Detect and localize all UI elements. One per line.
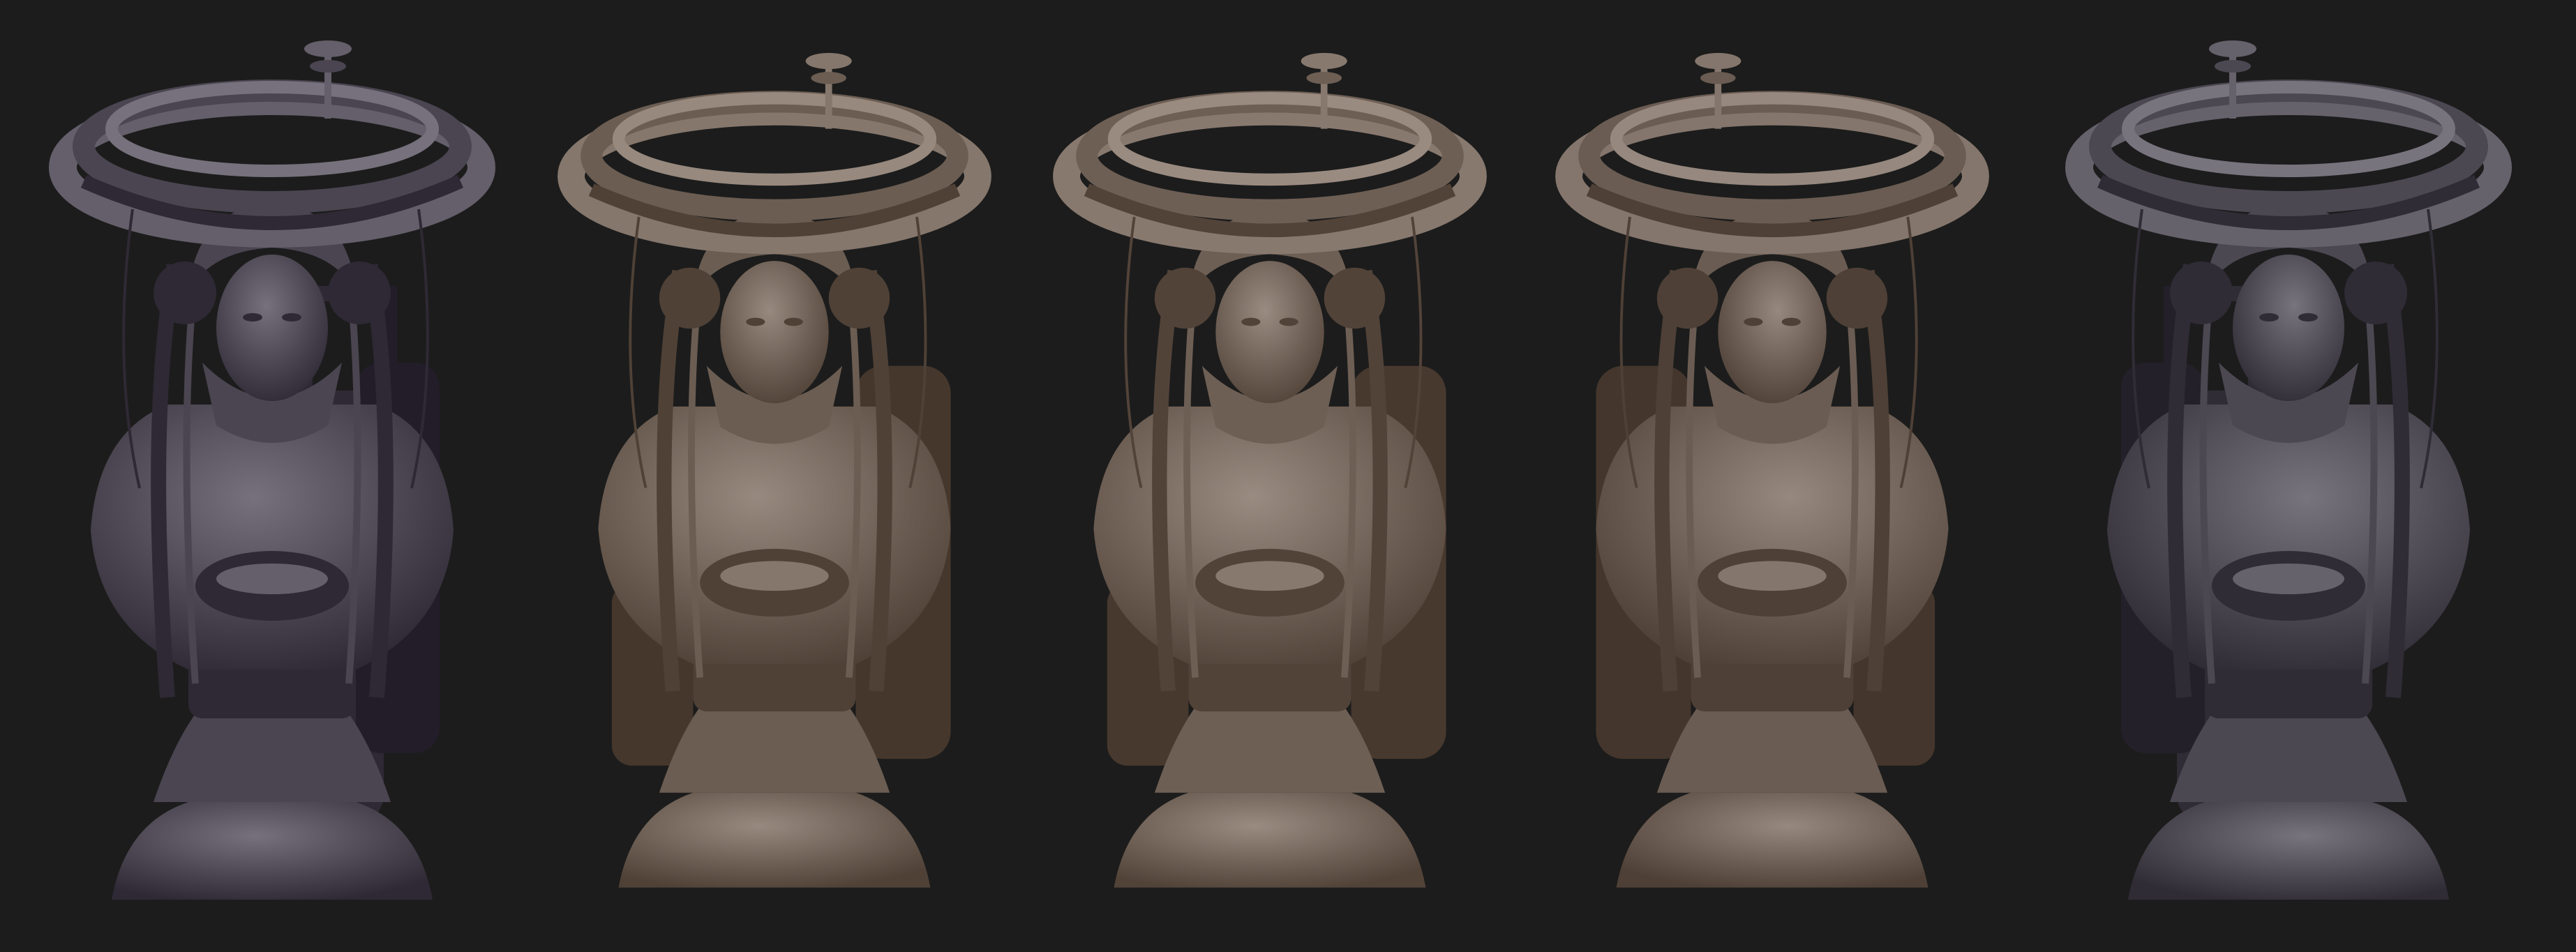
sculpt-render-icon [557,52,991,888]
sculpt-view-right-profile [2037,0,2540,952]
sculpt-render-icon [2065,40,2512,900]
sculpt-render-icon [49,40,495,900]
sculpt-render-icon [1053,52,1487,888]
sculpt-view-three-quarter-right [1535,0,2009,952]
sculpt-render-icon [1555,52,1989,888]
sculpt-view-three-quarter-left [537,0,1012,952]
sculpt-view-left-profile [28,0,516,952]
turnaround-stage [0,0,2576,952]
sculpt-view-front [1033,0,1507,952]
